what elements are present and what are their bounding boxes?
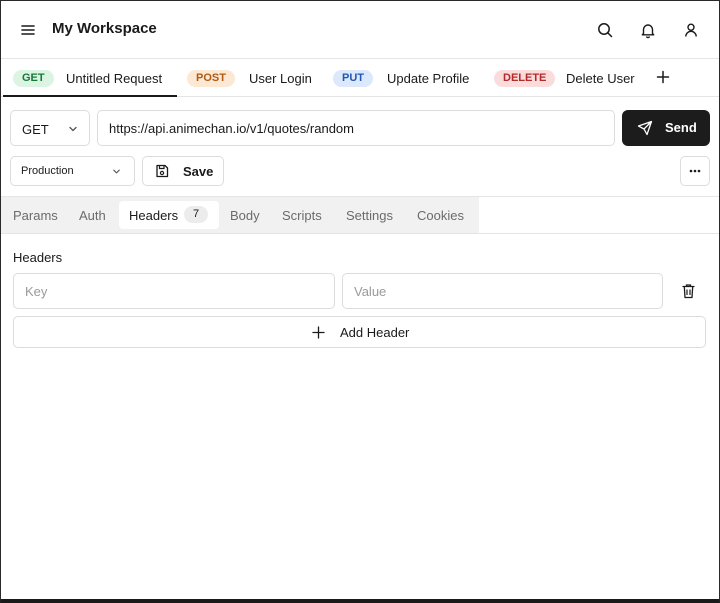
add-header-button[interactable]: Add Header: [13, 316, 706, 348]
tab-settings[interactable]: Settings: [339, 197, 403, 233]
save-icon: [156, 164, 169, 178]
tab-params[interactable]: Params: [5, 197, 67, 233]
save-button-label: Save: [183, 164, 214, 179]
menu-icon[interactable]: [20, 22, 36, 38]
request-tab-label: Delete User: [566, 71, 635, 86]
plus-icon: [312, 326, 325, 339]
tab-label: Body: [230, 208, 260, 223]
trash-icon[interactable]: [681, 283, 696, 299]
send-button-label: Send: [665, 120, 697, 135]
method-select[interactable]: GET: [10, 110, 90, 146]
app-window: My Workspace GET Untitled Request POST U…: [0, 0, 720, 603]
url-input[interactable]: [97, 110, 615, 146]
send-icon: [637, 120, 653, 136]
request-tabs-bar: GET Untitled Request POST User Login PUT…: [1, 59, 719, 97]
more-options-button[interactable]: [680, 156, 710, 186]
tab-label: Scripts: [282, 208, 322, 223]
method-badge-post: POST: [187, 70, 235, 87]
method-badge-get: GET: [13, 70, 54, 87]
tab-headers[interactable]: Headers 7: [119, 201, 219, 229]
tab-auth[interactable]: Auth: [71, 197, 117, 233]
add-tab-plus-icon[interactable]: [655, 69, 671, 85]
method-badge-put: PUT: [333, 70, 373, 87]
request-tab-user-login[interactable]: POST User Login: [187, 59, 317, 97]
request-tab-label: Untitled Request: [66, 71, 163, 86]
headers-count-badge: 7: [184, 206, 208, 223]
save-button[interactable]: Save: [142, 156, 224, 186]
chevron-down-icon: [69, 126, 77, 132]
workspace-title: My Workspace: [52, 20, 157, 37]
method-select-value: GET: [22, 122, 49, 137]
bell-icon[interactable]: [639, 21, 657, 39]
top-bar: My Workspace: [1, 1, 719, 59]
tab-label: Params: [13, 208, 58, 223]
request-tab-delete-user[interactable]: DELETE Delete User: [494, 59, 644, 97]
chevron-down-icon: [113, 169, 120, 174]
tab-label: Cookies: [417, 208, 464, 223]
section-tabs: Params Auth Headers 7 Body Scripts Setti…: [1, 197, 479, 233]
method-badge-delete: DELETE: [494, 70, 556, 87]
more-horizontal-icon: [689, 169, 701, 173]
tab-body[interactable]: Body: [223, 197, 269, 233]
tab-label: Headers: [129, 208, 179, 223]
tab-label: Settings: [346, 208, 393, 223]
search-icon[interactable]: [596, 21, 614, 39]
request-tab-update-profile[interactable]: PUT Update Profile: [333, 59, 478, 97]
header-value-input[interactable]: [342, 273, 663, 309]
tab-scripts[interactable]: Scripts: [275, 197, 335, 233]
header-key-input[interactable]: [13, 273, 335, 309]
divider: [1, 233, 719, 234]
user-icon[interactable]: [682, 21, 700, 39]
request-tab-label: Update Profile: [387, 71, 470, 86]
request-tab-label: User Login: [249, 71, 312, 86]
tab-label: Auth: [79, 208, 106, 223]
headers-section-title: Headers: [13, 250, 63, 265]
environment-select-value: Production: [21, 165, 74, 177]
environment-select[interactable]: Production: [10, 156, 135, 186]
tab-cookies[interactable]: Cookies: [409, 197, 475, 233]
add-header-label: Add Header: [340, 325, 410, 340]
request-tab-untitled[interactable]: GET Untitled Request: [3, 59, 177, 97]
send-button[interactable]: Send: [622, 110, 710, 146]
